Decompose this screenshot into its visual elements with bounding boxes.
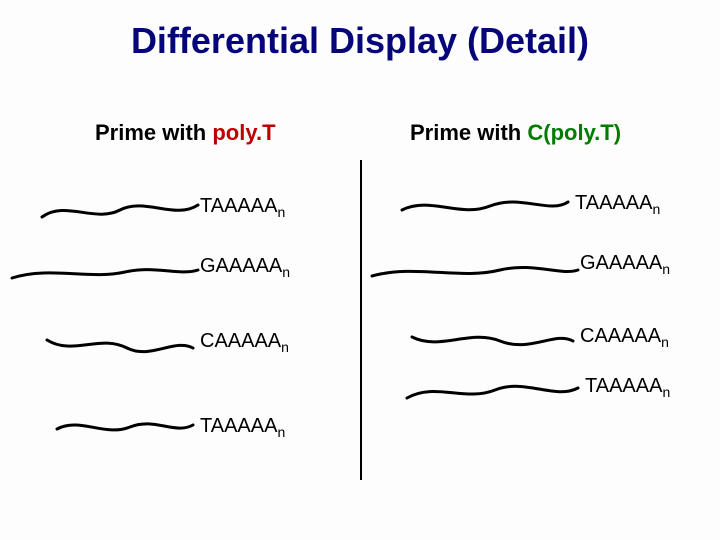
right-heading-term: C(poly.T)	[527, 120, 621, 145]
band-label: CAAAAAn	[200, 330, 289, 355]
page-title: Differential Display (Detail)	[0, 20, 720, 62]
right-heading-prefix: Prime with	[410, 120, 527, 145]
band-label: TAAAAAn	[585, 375, 670, 400]
band-squiggle-icon	[400, 192, 570, 222]
left-heading-term: poly.T	[212, 120, 275, 145]
band-label: CAAAAAn	[580, 325, 669, 350]
band-label: GAAAAAn	[200, 255, 290, 280]
band-label: TAAAAAn	[200, 195, 285, 220]
band-squiggle-icon	[45, 330, 195, 358]
band-squiggle-icon	[405, 378, 580, 406]
left-column-heading: Prime with poly.T	[95, 120, 276, 146]
right-column-heading: Prime with C(poly.T)	[410, 120, 621, 146]
band-squiggle-icon	[55, 415, 195, 440]
band-label: TAAAAAn	[575, 192, 660, 217]
band-label: GAAAAAn	[580, 252, 670, 277]
band-label: TAAAAAn	[200, 415, 285, 440]
left-heading-prefix: Prime with	[95, 120, 212, 145]
vertical-divider	[360, 160, 362, 480]
band-squiggle-icon	[10, 258, 200, 283]
band-squiggle-icon	[370, 258, 580, 283]
band-squiggle-icon	[410, 325, 575, 353]
band-squiggle-icon	[40, 195, 200, 225]
